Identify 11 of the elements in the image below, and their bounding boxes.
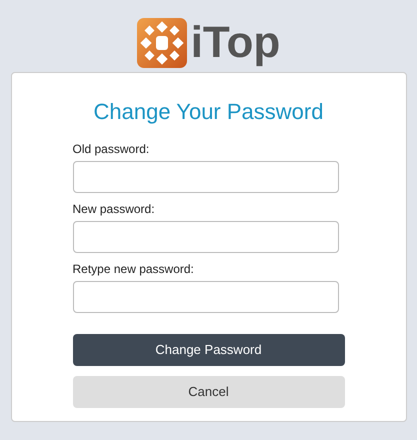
- change-password-button[interactable]: Change Password: [72, 334, 344, 366]
- logo-text: iTop: [190, 20, 280, 64]
- cancel-button[interactable]: Cancel: [72, 376, 344, 408]
- field-label: Retype new password:: [72, 261, 195, 278]
- input-field[interactable]: [72, 281, 338, 313]
- page-title: Change Your Password: [94, 98, 324, 126]
- logo-icon: [136, 18, 187, 68]
- input-field[interactable]: [72, 161, 338, 193]
- field-label: Old password:: [72, 141, 150, 158]
- input-field[interactable]: [72, 221, 338, 253]
- field-label: New password:: [72, 201, 156, 218]
